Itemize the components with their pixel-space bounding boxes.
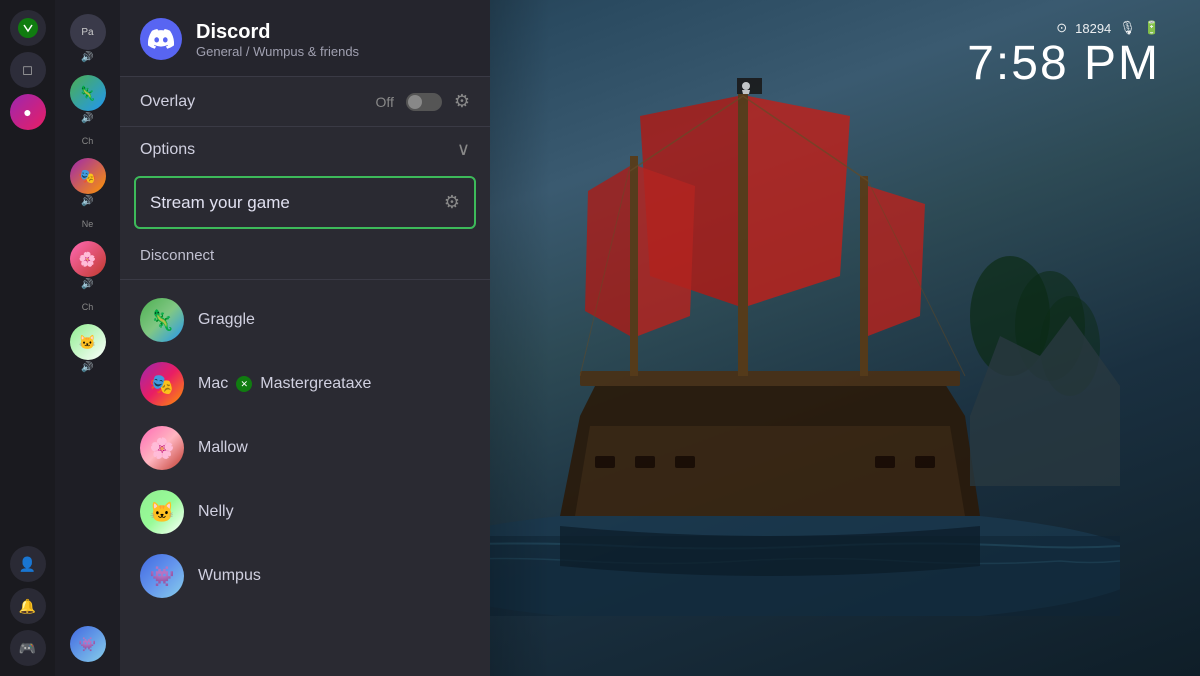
member-avatar-wumpus: 👾: [140, 554, 184, 598]
sidebar2-volume-4: 🔊: [81, 279, 93, 290]
sidebar2-item-avatar5[interactable]: 🐱 🔊: [55, 320, 120, 377]
sidebar2-volume-2: 🔊: [81, 113, 93, 124]
discord-header: Discord General / Wumpus & friends: [120, 0, 490, 77]
channel-name: General / Wumpus & friends: [196, 44, 359, 59]
app-name: Discord: [196, 20, 359, 44]
overlay-label: Overlay: [140, 93, 195, 111]
sidebar-strip-2: Pa 🔊 🦎 🔊 Ch 🎭 🔊 Ne 🌸 🔊 Ch 🐱 🔊: [55, 0, 120, 676]
sidebar2-item-avatar3[interactable]: 🎭 🔊: [55, 154, 120, 211]
sidebar-avatar-1[interactable]: ●: [10, 94, 46, 130]
member-item-mac[interactable]: 🎭 Mac ✕ Mastergreataxe: [120, 352, 490, 416]
sidebar2-volume-3: 🔊: [81, 196, 93, 207]
discord-header-text: Discord General / Wumpus & friends: [196, 20, 359, 59]
member-name-wumpus: Wumpus: [198, 567, 261, 585]
member-avatar-graggle: 🦎: [140, 298, 184, 342]
clock-counter: 18294: [1075, 21, 1111, 36]
sidebar2-volume-5: 🔊: [81, 362, 93, 373]
sidebar-icon-xbox[interactable]: [10, 10, 46, 46]
member-avatar-mac: 🎭: [140, 362, 184, 406]
members-list: 🦎 Graggle 🎭 Mac ✕ Mastergreataxe 🌸 Mallo…: [120, 280, 490, 676]
sidebar-icon-2[interactable]: ◻: [10, 52, 46, 88]
xbox-badge-mac: ✕: [236, 376, 252, 392]
sidebar2-item-ne[interactable]: Ne: [55, 215, 120, 233]
overlay-right: Off ⚙: [375, 91, 470, 112]
toggle-knob: [408, 95, 422, 109]
discord-panel: Discord General / Wumpus & friends Overl…: [120, 0, 490, 676]
sidebar-icon-bell[interactable]: 🔔: [10, 588, 46, 624]
mic-icon: 🎙: [1119, 20, 1136, 36]
member-item-mallow[interactable]: 🌸 Mallow: [120, 416, 490, 480]
sidebar2-item-avatar4[interactable]: 🌸 🔊: [55, 237, 120, 294]
stream-game-button[interactable]: Stream your game ⚙: [134, 176, 476, 229]
overlay-toggle[interactable]: [406, 93, 442, 111]
sidebar2-volume-1: 🔊: [81, 52, 93, 63]
sidebar2-label-ch2: Ch: [82, 302, 94, 312]
member-avatar-mallow: 🌸: [140, 426, 184, 470]
options-label: Options: [140, 141, 195, 159]
stream-game-label: Stream your game: [150, 193, 290, 213]
member-name-nelly: Nelly: [198, 503, 234, 521]
stream-gear-icon[interactable]: ⚙: [444, 192, 460, 213]
member-name-mac: Mac ✕ Mastergreataxe: [198, 375, 371, 393]
overlay-row: Overlay Off ⚙: [120, 77, 490, 127]
member-item-wumpus[interactable]: 👾 Wumpus: [120, 544, 490, 608]
member-item-nelly[interactable]: 🐱 Nelly: [120, 480, 490, 544]
disconnect-button[interactable]: Disconnect: [120, 233, 490, 280]
member-avatar-nelly: 🐱: [140, 490, 184, 534]
member-name-mallow: Mallow: [198, 439, 248, 457]
member-name-graggle: Graggle: [198, 311, 255, 329]
sidebar2-item-ch1[interactable]: Ch: [55, 132, 120, 150]
sidebar2-item-pa[interactable]: Pa 🔊: [55, 10, 120, 67]
clock-time: 7:58 PM: [967, 40, 1160, 88]
options-row[interactable]: Options ∨: [120, 127, 490, 172]
overlay-status: Off: [375, 94, 393, 110]
disconnect-label: Disconnect: [140, 247, 214, 264]
battery-icon: 🔋: [1144, 20, 1160, 36]
overlay-gear-icon[interactable]: ⚙: [454, 91, 470, 112]
discord-logo: [140, 18, 182, 60]
sidebar2-label-ch1: Ch: [82, 136, 94, 146]
sidebar2-label-ne: Ne: [82, 219, 94, 229]
clock-counter-icon: ⊙: [1056, 20, 1067, 36]
sidebar-strip-1: ◻ ● 👤 🔔 🎮: [0, 0, 55, 676]
sidebar2-item-ch2[interactable]: Ch: [55, 298, 120, 316]
sidebar2-item-avatar6[interactable]: 👾: [55, 622, 120, 666]
sidebar2-item-avatar2[interactable]: 🦎 🔊: [55, 71, 120, 128]
sidebar-icon-user[interactable]: 👤: [10, 546, 46, 582]
member-item-graggle[interactable]: 🦎 Graggle: [120, 288, 490, 352]
sidebar-icon-controller[interactable]: 🎮: [10, 630, 46, 666]
chevron-down-icon: ∨: [457, 139, 470, 160]
clock-area: ⊙ 18294 🎙 🔋 7:58 PM: [967, 20, 1160, 88]
